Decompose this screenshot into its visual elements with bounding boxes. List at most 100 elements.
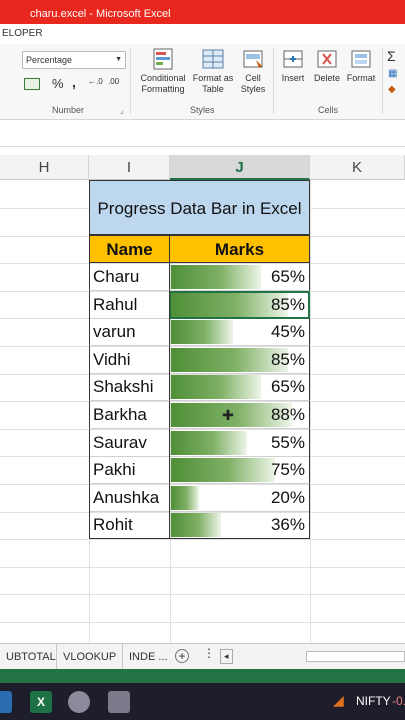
grid-row-line: [0, 539, 405, 540]
marks-value: 88%: [270, 405, 305, 424]
format-as-table-button[interactable]: Format as Table: [190, 48, 236, 95]
increase-decimal-icon[interactable]: ←.0: [88, 77, 103, 86]
grid-column-line: [310, 180, 311, 643]
name-cell[interactable]: Vidhi: [89, 346, 170, 374]
delete-label: Delete: [313, 73, 340, 83]
window-titlebar: charu.excel - Microsoft Excel: [0, 0, 405, 24]
ribbon-tab-developer[interactable]: ELOPER: [2, 28, 43, 39]
column-header-i[interactable]: I: [89, 155, 170, 180]
delete-cells-button[interactable]: Delete: [310, 48, 344, 84]
conditional-formatting-button[interactable]: Conditional Formatting: [133, 48, 193, 95]
column-header-h[interactable]: H: [0, 155, 89, 180]
column-header-k[interactable]: K: [310, 155, 405, 180]
conditional-formatting-label: Conditional Formatting: [140, 73, 186, 94]
header-marks-cell[interactable]: Marks: [170, 235, 310, 263]
dialog-launcher-icon[interactable]: ⌟: [120, 106, 124, 115]
name-cell[interactable]: Rahul: [89, 291, 170, 319]
ribbon-separator: [273, 48, 274, 114]
marks-cell[interactable]: 75%: [170, 456, 310, 484]
add-sheet-icon[interactable]: +: [175, 649, 189, 663]
more-sheets-icon[interactable]: ⋮: [203, 646, 215, 660]
status-bar: [0, 669, 405, 683]
name-cell[interactable]: Pakhi: [89, 456, 170, 484]
grid-row-line: [0, 622, 405, 623]
format-label: Format: [346, 73, 376, 83]
marks-value: 85%: [270, 350, 305, 369]
taskbar: X NIFTY -0. ◢: [0, 683, 405, 720]
cell-styles-button[interactable]: Cell Styles: [234, 48, 272, 95]
number-format-value: Percentage: [26, 55, 73, 65]
comma-style-button[interactable]: ,: [72, 74, 76, 90]
explorer-icon[interactable]: [0, 691, 12, 713]
accounting-format-icon[interactable]: [24, 78, 40, 90]
percent-style-button[interactable]: %: [52, 76, 64, 91]
insert-cells-icon: [283, 50, 303, 68]
marks-cell[interactable]: 36%: [170, 511, 310, 539]
format-cells-button[interactable]: Format: [343, 48, 379, 84]
ribbon: Percentage ▼ % , ←.0 .00 Number ⌟ Condit…: [0, 44, 405, 120]
name-cell[interactable]: Barkha: [89, 401, 170, 429]
grid-row-line: [0, 594, 405, 595]
marks-cell[interactable]: 20%: [170, 484, 310, 512]
ticker-icon: ◢: [333, 692, 344, 708]
sheet-tab[interactable]: INDE ...: [122, 644, 174, 670]
name-cell[interactable]: Shakshi: [89, 373, 170, 401]
marks-value: 85%: [270, 295, 305, 314]
marks-cell[interactable]: 55%: [170, 429, 310, 457]
header-name-cell[interactable]: Name: [89, 235, 170, 263]
name-cell[interactable]: Charu: [89, 263, 170, 291]
format-cells-icon: [351, 50, 371, 68]
excel-taskbar-icon[interactable]: X: [30, 691, 52, 713]
cursor-icon: ✚: [222, 407, 234, 423]
sheet-tab-bar: UBTOTAL VLOOKUP INDE ... + ⋮ ◂: [0, 643, 405, 670]
name-cell[interactable]: Saurav: [89, 429, 170, 457]
number-group-label: Number: [52, 105, 85, 115]
progress-data-bar: [171, 320, 233, 344]
marks-cell[interactable]: 65%: [170, 263, 310, 291]
format-as-table-label: Format as Table: [192, 73, 234, 94]
ribbon-separator: [382, 48, 383, 114]
marks-cell[interactable]: 45%: [170, 318, 310, 346]
marks-value: 36%: [270, 515, 305, 534]
name-cell[interactable]: Anushka: [89, 484, 170, 512]
number-format-dropdown[interactable]: Percentage ▼: [22, 51, 126, 69]
autosum-icon[interactable]: Σ: [387, 48, 396, 64]
sheet-tab[interactable]: VLOOKUP: [56, 644, 122, 670]
delete-cells-icon: [317, 50, 337, 68]
marks-cell[interactable]: 85%: [170, 291, 310, 319]
marks-value: 65%: [270, 267, 305, 286]
marks-cell[interactable]: 65%: [170, 373, 310, 401]
fill-icon[interactable]: ▦: [388, 68, 397, 79]
decrease-decimal-icon[interactable]: .00: [108, 77, 119, 86]
grid-row-line: [0, 567, 405, 568]
marks-value: 75%: [270, 460, 305, 479]
format-as-table-icon: [202, 49, 224, 69]
name-cell[interactable]: varun: [89, 318, 170, 346]
clear-icon[interactable]: ◆: [388, 84, 396, 95]
styles-group-label: Styles: [190, 105, 215, 115]
table-title-cell[interactable]: Progress Data Bar in Excel: [89, 180, 310, 235]
conditional-formatting-icon: [153, 48, 173, 70]
progress-data-bar: [171, 431, 247, 455]
marks-cell[interactable]: 85%: [170, 346, 310, 374]
marks-value: 20%: [270, 488, 305, 507]
marks-value: 55%: [270, 433, 305, 452]
marks-cell[interactable]: 88%: [170, 401, 310, 429]
column-header-j[interactable]: J: [170, 155, 310, 180]
horizontal-scrollbar[interactable]: [306, 651, 405, 662]
sheet-tab[interactable]: UBTOTAL: [0, 644, 62, 670]
app-taskbar-icon[interactable]: [68, 691, 90, 713]
insert-cells-button[interactable]: Insert: [277, 48, 309, 84]
nifty-ticker-label[interactable]: NIFTY: [356, 694, 391, 708]
formula-bar[interactable]: [0, 121, 405, 147]
marks-value: 45%: [270, 322, 305, 341]
name-cell[interactable]: Rohit: [89, 511, 170, 539]
scroll-left-icon[interactable]: ◂: [220, 649, 233, 664]
app-taskbar-icon-2[interactable]: [108, 691, 130, 713]
chevron-down-icon: ▼: [115, 56, 122, 63]
progress-data-bar: [171, 375, 261, 399]
progress-data-bar: [171, 265, 261, 289]
ribbon-tab-row: ELOPER: [0, 24, 405, 44]
marks-value: 65%: [270, 377, 305, 396]
cells-group-label: Cells: [318, 105, 339, 115]
